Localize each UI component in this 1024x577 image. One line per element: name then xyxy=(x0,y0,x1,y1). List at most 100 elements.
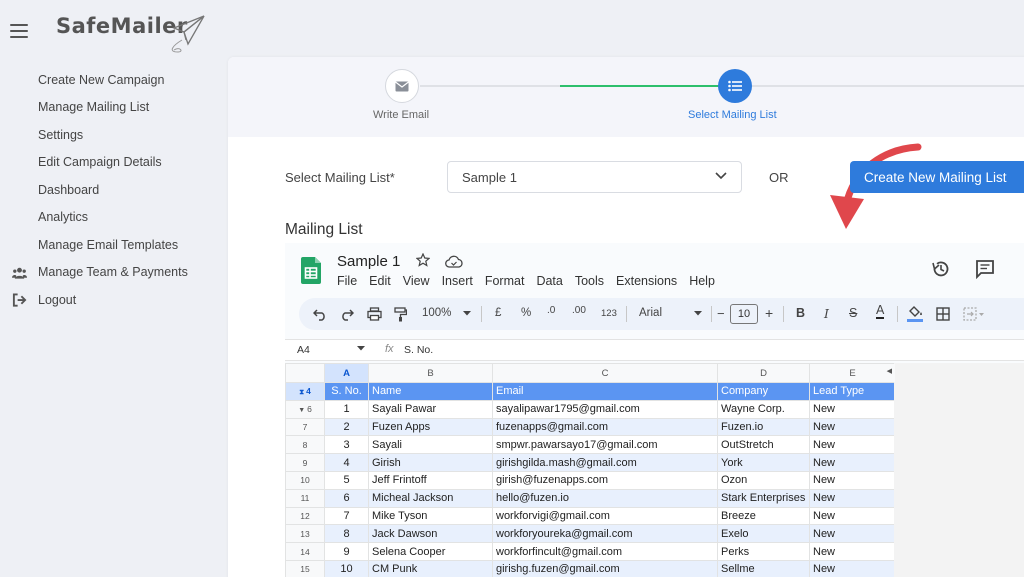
comment-icon[interactable] xyxy=(975,259,995,279)
currency-format-button[interactable]: £ xyxy=(495,307,501,319)
cell-lead-type[interactable]: New xyxy=(809,559,896,577)
collapse-group-icon[interactable]: ▼ xyxy=(298,407,307,414)
cell-company[interactable]: Perks xyxy=(717,542,810,561)
cell-lead-type[interactable]: New xyxy=(809,506,896,526)
sidebar-item-create-campaign[interactable]: Create New Campaign xyxy=(0,66,226,94)
cell-sno[interactable]: 3 xyxy=(324,435,369,455)
cell-sno[interactable]: 5 xyxy=(324,470,369,490)
sidebar-item-manage-mailing-list[interactable]: Manage Mailing List xyxy=(0,94,226,122)
formula-input[interactable]: S. No. xyxy=(404,344,433,356)
font-select[interactable]: Arial xyxy=(639,307,662,319)
italic-button[interactable]: I xyxy=(824,306,829,321)
decrease-decimal-button[interactable]: .0 xyxy=(547,305,555,316)
column-header-b[interactable]: B xyxy=(368,363,493,383)
cell-company[interactable]: Sellme xyxy=(717,559,810,577)
column-header-a[interactable]: A xyxy=(324,363,369,383)
cell-email[interactable]: fuzenapps@gmail.com xyxy=(492,417,718,437)
menu-format[interactable]: Format xyxy=(485,274,525,288)
cell-sno[interactable]: 2 xyxy=(324,417,369,437)
cell-company[interactable]: OutStretch xyxy=(717,435,810,455)
zoom-select[interactable]: 100% xyxy=(422,307,451,319)
row-header[interactable]: 12 xyxy=(285,506,325,526)
sidebar-item-settings[interactable]: Settings xyxy=(0,121,226,149)
increase-decimal-button[interactable]: .00 xyxy=(572,305,586,316)
cell-company[interactable]: Ozon xyxy=(717,470,810,490)
sidebar-item-logout[interactable]: Logout xyxy=(0,286,226,314)
header-cell-lead-type[interactable]: Lead Type xyxy=(809,382,896,401)
cell-lead-type[interactable]: New xyxy=(809,470,896,490)
cell-name[interactable]: Mike Tyson xyxy=(368,506,493,526)
cell-lead-type[interactable]: New xyxy=(809,417,896,437)
cell-sno[interactable]: 9 xyxy=(324,542,369,561)
create-new-mailing-list-button[interactable]: Create New Mailing List xyxy=(850,161,1024,193)
cell-email[interactable]: girishgilda.mash@gmail.com xyxy=(492,453,718,472)
sheet-title[interactable]: Sample 1 xyxy=(337,253,400,270)
row-header[interactable]: 13 xyxy=(285,524,325,544)
borders-icon[interactable] xyxy=(936,307,950,321)
cell-email[interactable]: hello@fuzen.io xyxy=(492,488,718,508)
menu-extensions[interactable]: Extensions xyxy=(616,274,677,288)
font-size-input[interactable]: 10 xyxy=(730,304,758,324)
cell-name[interactable]: CM Punk xyxy=(368,559,493,577)
strikethrough-button[interactable]: S xyxy=(849,306,857,320)
row-header[interactable]: 10 xyxy=(285,470,325,490)
header-cell-company[interactable]: Company xyxy=(717,382,810,401)
print-icon[interactable] xyxy=(367,307,382,321)
zoom-dropdown-icon[interactable] xyxy=(463,311,471,316)
cell-email[interactable]: workforvigi@gmail.com xyxy=(492,506,718,526)
cell-email[interactable]: workforyoureka@gmail.com xyxy=(492,524,718,544)
font-size-decrease-button[interactable]: − xyxy=(717,306,725,321)
cell-lead-type[interactable]: New xyxy=(809,435,896,455)
cell-email[interactable]: girishg.fuzen@gmail.com xyxy=(492,559,718,577)
cell-sno[interactable]: 6 xyxy=(324,488,369,508)
cell-name[interactable]: Sayali xyxy=(368,435,493,455)
cell-email[interactable]: sayalipawar1795@gmail.com xyxy=(492,399,718,419)
paint-format-icon[interactable] xyxy=(394,307,407,322)
header-cell-name[interactable]: Name xyxy=(368,382,493,401)
cell-name[interactable]: Sayali Pawar xyxy=(368,399,493,419)
cloud-saved-icon[interactable] xyxy=(445,255,463,268)
row-header[interactable]: 9 xyxy=(285,453,325,472)
cell-company[interactable]: Exelo xyxy=(717,524,810,544)
column-header-e[interactable]: E ◀ xyxy=(809,363,896,383)
cell-lead-type[interactable]: New xyxy=(809,453,896,472)
menu-view[interactable]: View xyxy=(403,274,430,288)
header-cell-email[interactable]: Email xyxy=(492,382,718,401)
header-cell-sno[interactable]: S. No. xyxy=(324,382,369,401)
row-header[interactable]: 7 xyxy=(285,417,325,437)
step-select-mailing-list[interactable] xyxy=(718,69,752,103)
history-icon[interactable] xyxy=(931,259,951,279)
cell-sno[interactable]: 10 xyxy=(324,559,369,577)
sidebar-item-team-payments[interactable]: Manage Team & Payments xyxy=(0,259,226,287)
font-size-increase-button[interactable]: + xyxy=(765,305,773,321)
name-box[interactable]: A4 xyxy=(297,344,310,356)
column-header-c[interactable]: C xyxy=(492,363,718,383)
sidebar-item-analytics[interactable]: Analytics xyxy=(0,204,226,232)
menu-tools[interactable]: Tools xyxy=(575,274,604,288)
row-header[interactable]: 15 xyxy=(285,559,325,577)
cell-lead-type[interactable]: New xyxy=(809,524,896,544)
cell-lead-type[interactable]: New xyxy=(809,488,896,508)
cell-email[interactable]: girish@fuzenapps.com xyxy=(492,470,718,490)
menu-edit[interactable]: Edit xyxy=(369,274,391,288)
cell-name[interactable]: Girish xyxy=(368,453,493,472)
cell-email[interactable]: workforfincult@gmail.com xyxy=(492,542,718,561)
cell-sno[interactable]: 8 xyxy=(324,524,369,544)
row-header[interactable]: ⧗ 4 xyxy=(285,382,325,401)
step-write-email[interactable] xyxy=(385,69,419,103)
cell-company[interactable]: Fuzen.io xyxy=(717,417,810,437)
row-header[interactable]: 14 xyxy=(285,542,325,561)
fill-color-icon[interactable] xyxy=(907,305,923,323)
mailing-list-dropdown[interactable]: Sample 1 xyxy=(447,161,742,193)
name-box-dropdown-icon[interactable] xyxy=(357,346,365,351)
cell-company[interactable]: Stark Enterprises xyxy=(717,488,810,508)
cell-sno[interactable]: 7 xyxy=(324,506,369,526)
menu-insert[interactable]: Insert xyxy=(442,274,473,288)
cell-name[interactable]: Fuzen Apps xyxy=(368,417,493,437)
cell-name[interactable]: Jeff Frintoff xyxy=(368,470,493,490)
cell-lead-type[interactable]: New xyxy=(809,542,896,561)
cell-company[interactable]: York xyxy=(717,453,810,472)
collapse-columns-icon[interactable]: ◀ xyxy=(887,367,892,375)
number-format-button[interactable]: 123 xyxy=(601,308,617,319)
text-color-button[interactable]: A xyxy=(876,304,885,319)
